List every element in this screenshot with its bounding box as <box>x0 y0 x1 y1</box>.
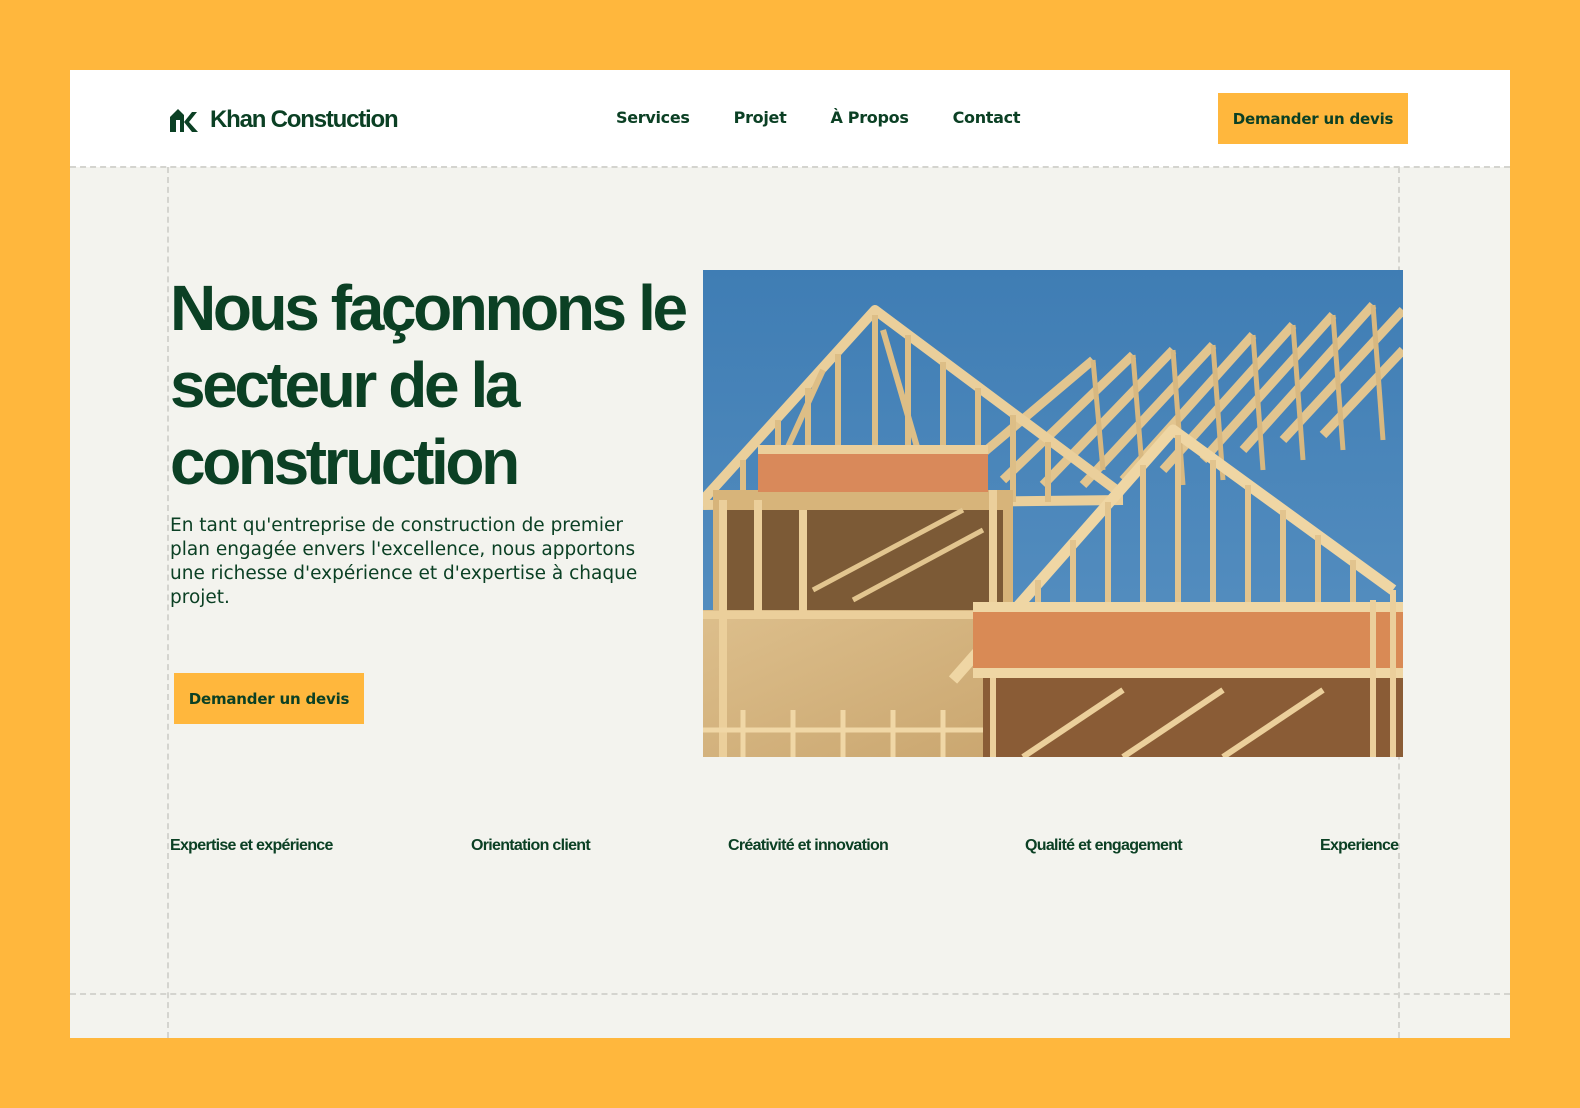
feature-orientation-client: Orientation client <box>471 837 591 854</box>
nav-item-services[interactable]: Services <box>616 108 690 127</box>
feature-qualite: Qualité et engagement <box>1025 837 1183 854</box>
nav-item-contact[interactable]: Contact <box>953 108 1021 127</box>
header-quote-button[interactable]: Demander un devis <box>1218 93 1408 144</box>
hero-quote-button[interactable]: Demander un devis <box>174 673 364 724</box>
feature-expertise: Expertise et expérience <box>170 837 333 854</box>
feature-experience: Experience <box>1320 837 1399 854</box>
divider-top <box>70 166 1510 168</box>
hero-title: Nous façonnons le secteur de la construc… <box>170 272 688 498</box>
hero-description: En tant qu'entreprise de construction de… <box>170 515 638 608</box>
page-frame: Khan Constuction Services Projet À Propo… <box>70 70 1510 1038</box>
brand-name: Khan Constuction <box>210 106 399 133</box>
guide-left <box>167 167 169 1038</box>
nav-item-projet[interactable]: Projet <box>734 108 787 127</box>
divider-bottom <box>70 993 1510 995</box>
brand-logo[interactable]: Khan Constuction <box>170 106 399 134</box>
feature-creativite: Créativité et innovation <box>728 837 889 854</box>
nav-item-a-propos[interactable]: À Propos <box>830 108 908 127</box>
house-k-logo-icon <box>170 108 198 132</box>
features-row: Expertise et expérience Orientation clie… <box>170 837 1399 859</box>
site-header: Khan Constuction Services Projet À Propo… <box>70 70 1510 167</box>
main-nav: Services Projet À Propos Contact <box>616 108 1020 127</box>
hero-construction-image <box>703 270 1403 757</box>
